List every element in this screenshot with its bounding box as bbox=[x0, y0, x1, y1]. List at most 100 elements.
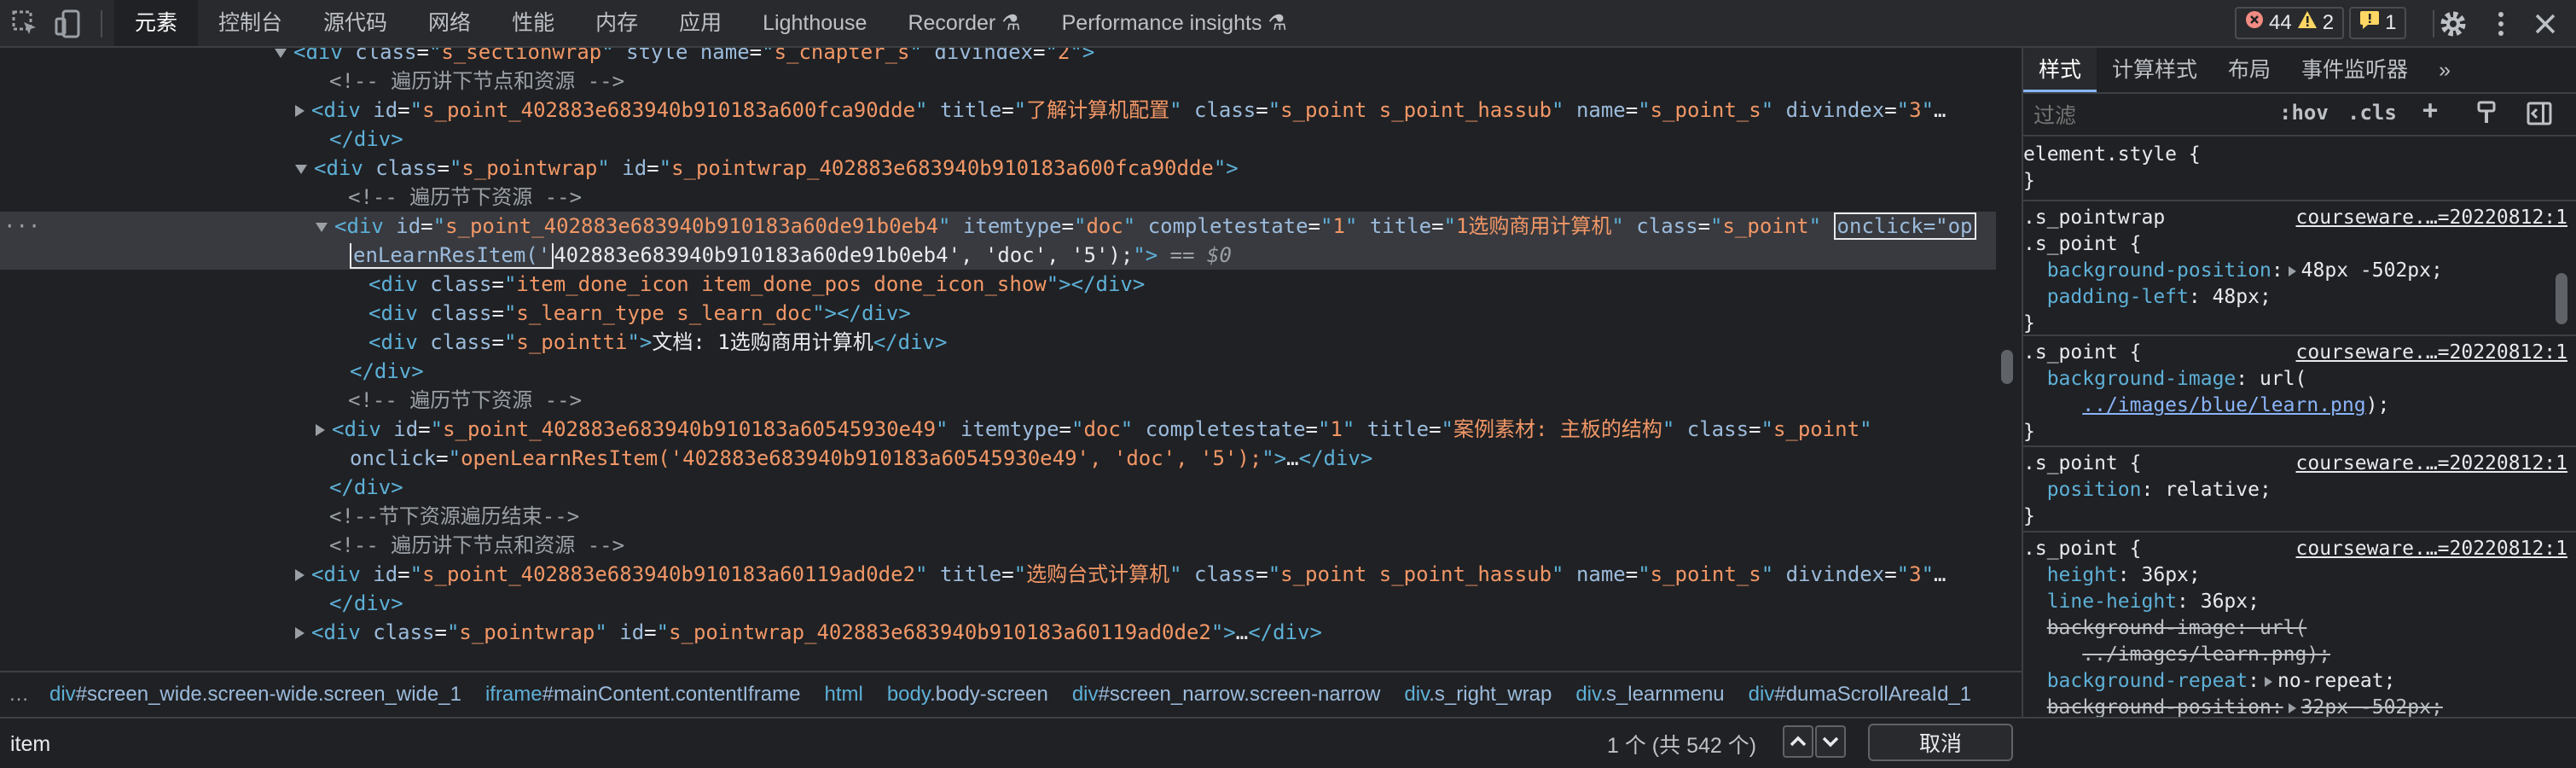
toggle-sidebar-icon[interactable] bbox=[2527, 101, 2552, 131]
tab-5[interactable]: 内存 bbox=[575, 0, 659, 46]
settings-gear-icon[interactable] bbox=[2436, 7, 2470, 41]
tab-3[interactable]: 网络 bbox=[408, 0, 491, 46]
cancel-search-button[interactable]: 取消 bbox=[1868, 724, 2013, 761]
issues-icon bbox=[2359, 7, 2380, 39]
dom-node-line[interactable]: <div id="s_point_402883e683940b910183a60… bbox=[0, 415, 1996, 444]
styles-filter-input[interactable] bbox=[2032, 101, 2257, 131]
paint-brush-icon[interactable] bbox=[2475, 101, 2498, 131]
dom-node-line[interactable]: </div> bbox=[0, 357, 1996, 386]
breadcrumb-selector: .s_right_wrap bbox=[1429, 683, 1552, 706]
rule-source-link[interactable]: courseware.…=20220812:1 bbox=[2296, 451, 2568, 477]
collapse-arrow-icon[interactable] bbox=[295, 627, 305, 639]
find-bar: 1 个 (共 542 个) 取消 bbox=[0, 717, 2576, 768]
breadcrumb-item[interactable]: body.body-screen bbox=[875, 683, 1060, 707]
styles-tab-2[interactable]: 布局 bbox=[2213, 48, 2286, 92]
styles-tab-4[interactable]: » bbox=[2423, 48, 2466, 92]
element-style-rule[interactable]: element.style { } bbox=[2023, 142, 2576, 195]
dom-node-line[interactable]: <!--节下资源遍历结束--> bbox=[0, 502, 1996, 531]
breadcrumb-item[interactable]: div#screen_wide.screen-wide.screen_wide_… bbox=[38, 683, 473, 707]
collapse-arrow-icon[interactable] bbox=[295, 569, 305, 581]
styles-filter-row: :hov .cls + bbox=[2023, 94, 2576, 137]
dom-node-line[interactable]: <div id="s_point_402883e683940b910183a60… bbox=[0, 96, 1996, 125]
styles-scrollbar[interactable] bbox=[2556, 273, 2567, 324]
dom-node-line[interactable]: </div> bbox=[0, 125, 1996, 154]
dom-node-line[interactable]: onclick="openLearnResItem('402883e683940… bbox=[0, 444, 1996, 473]
error-warning-badge[interactable]: 44 2 bbox=[2235, 7, 2345, 39]
tab-9[interactable]: Performance insights ⚗ bbox=[1041, 0, 1308, 46]
dom-node-line[interactable]: <div class="s_learn_type s_learn_doc"></… bbox=[0, 299, 1996, 328]
collapse-arrow-icon[interactable] bbox=[295, 105, 305, 117]
rule-source-link[interactable]: courseware.…=20220812:1 bbox=[2296, 536, 2568, 562]
dom-node-line[interactable]: <div class="s_sectionwrap" style name="s… bbox=[0, 48, 1996, 67]
dom-node-line[interactable]: enLearnResItem(' 402883e683940b910183a60d… bbox=[0, 241, 1996, 270]
breadcrumb-item[interactable]: div#screen_narrow.screen-narrow bbox=[1060, 683, 1393, 707]
dom-node-line[interactable]: <!-- 遍历节下资源 --> bbox=[0, 386, 1996, 415]
dom-node-line[interactable]: <div class="s_pointwrap" id="s_pointwrap… bbox=[0, 618, 1996, 647]
expand-arrow-icon[interactable] bbox=[275, 48, 287, 58]
dom-node-line[interactable]: <div id="s_point_402883e683940b910183a60… bbox=[0, 560, 1996, 589]
new-rule-icon[interactable]: + bbox=[2422, 96, 2438, 125]
expand-arrow-icon[interactable] bbox=[295, 164, 307, 174]
node-actions-icon[interactable]: ··· bbox=[3, 212, 40, 241]
style-rule-position[interactable]: .s_point { position: relative; } coursewa… bbox=[2023, 451, 2576, 530]
styles-tab-0[interactable]: 样式 bbox=[2023, 48, 2097, 92]
breadcrumb-tag: div bbox=[1748, 683, 1775, 706]
device-toolbar-icon[interactable] bbox=[53, 9, 84, 39]
breadcrumb-item[interactable]: div.s_learnmenu bbox=[1564, 683, 1736, 707]
rule-source-link[interactable]: courseware.…=20220812:1 bbox=[2296, 205, 2568, 231]
dom-node-line[interactable]: <div class="s_pointti">文档: 1选购商用计算机</div… bbox=[0, 328, 1996, 357]
cls-button[interactable]: .cls bbox=[2347, 101, 2397, 125]
style-rule-base[interactable]: .s_point { height: 36px; line-height: 36… bbox=[2023, 536, 2576, 717]
dom-node-line[interactable]: <!-- 遍历节下资源 --> bbox=[0, 183, 1996, 212]
previous-match-button[interactable] bbox=[1783, 725, 1813, 758]
match-count: 1 个 (共 542 个) bbox=[1607, 734, 1757, 758]
issue-counters[interactable]: 44 2 1 bbox=[2235, 7, 2407, 39]
breadcrumb-overflow-icon[interactable]: … bbox=[0, 683, 38, 707]
tab-2[interactable]: 源代码 bbox=[303, 0, 408, 46]
dom-node-line[interactable]: <div id="s_point_402883e683940b910183a60… bbox=[0, 212, 1996, 241]
breadcrumb-tag: html bbox=[824, 683, 863, 706]
breadcrumb-selector: #screen_wide.screen-wide.screen_wide_1 bbox=[75, 683, 461, 706]
style-rule-learn-image[interactable]: .s_point { background-image: url( ../ima… bbox=[2023, 340, 2576, 445]
element-style-selector: element.style { bbox=[2023, 143, 2201, 166]
dom-node-line[interactable]: </div> bbox=[0, 589, 1996, 618]
breadcrumb-tag: div bbox=[1404, 683, 1430, 706]
styles-tab-3[interactable]: 事件监听器 bbox=[2286, 48, 2423, 92]
breadcrumb-item[interactable]: iframe#mainContent.contentIframe bbox=[473, 683, 813, 707]
more-options-icon[interactable] bbox=[2484, 7, 2518, 41]
tab-0[interactable]: 元素 bbox=[114, 0, 199, 46]
breadcrumb-tag: iframe bbox=[484, 683, 542, 706]
hov-button[interactable]: :hov bbox=[2279, 101, 2329, 125]
rule-source-link[interactable]: courseware.…=20220812:1 bbox=[2296, 340, 2568, 366]
issues-count: 1 bbox=[2385, 11, 2397, 34]
tab-6[interactable]: 应用 bbox=[659, 0, 742, 46]
rule-divider bbox=[2023, 531, 2576, 532]
tab-7[interactable]: Lighthouse bbox=[742, 0, 887, 46]
breadcrumb-item[interactable]: div#dumaScrollAreaId_1 bbox=[1737, 683, 1984, 707]
elements-scrollbar[interactable] bbox=[2001, 350, 2013, 384]
collapse-arrow-icon[interactable] bbox=[316, 424, 325, 436]
breadcrumb-item[interactable]: html bbox=[812, 683, 874, 707]
toolbar-divider bbox=[101, 10, 102, 38]
style-rule-pointwrap[interactable]: .s_pointwrap .s_point { background-posit… bbox=[2023, 205, 2576, 337]
next-match-button[interactable] bbox=[1815, 725, 1846, 758]
elements-tree[interactable]: <div class="s_sectionwrap" style name="s… bbox=[0, 48, 1996, 669]
dom-node-line[interactable]: <div class="s_pointwrap" id="s_pointwrap… bbox=[0, 154, 1996, 183]
dom-node-line[interactable]: <div class="item_done_icon item_done_pos… bbox=[0, 270, 1996, 299]
dom-node-line[interactable]: <!-- 遍历讲下节点和资源 --> bbox=[0, 67, 1996, 96]
tab-1[interactable]: 控制台 bbox=[198, 0, 303, 46]
styles-tab-1[interactable]: 计算样式 bbox=[2097, 48, 2213, 92]
issues-badge[interactable]: 1 bbox=[2349, 7, 2407, 39]
breadcrumb-selector: .body-screen bbox=[930, 683, 1048, 706]
breadcrumb-item[interactable]: div.s_right_wrap bbox=[1392, 683, 1564, 707]
error-count: 44 bbox=[2269, 11, 2292, 34]
expand-arrow-icon[interactable] bbox=[316, 222, 328, 232]
inspect-element-icon[interactable] bbox=[10, 9, 41, 39]
tab-4[interactable]: 性能 bbox=[491, 0, 575, 46]
find-input[interactable] bbox=[9, 729, 1547, 759]
close-devtools-icon[interactable] bbox=[2528, 7, 2562, 41]
tab-8[interactable]: Recorder ⚗ bbox=[887, 0, 1041, 46]
styles-pane: 样式计算样式布局事件监听器» :hov .cls + element.style… bbox=[2022, 48, 2576, 717]
dom-node-line[interactable]: </div> bbox=[0, 473, 1996, 502]
dom-node-line[interactable]: <!-- 遍历讲下节点和资源 --> bbox=[0, 531, 1996, 560]
